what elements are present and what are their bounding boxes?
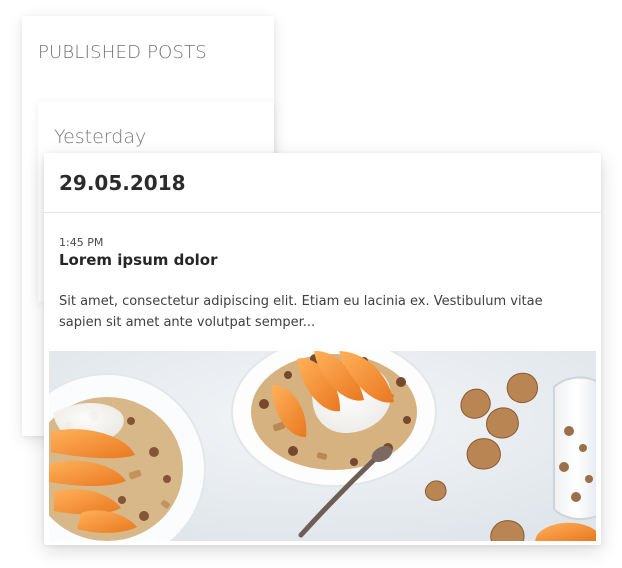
glass-jar — [553, 376, 596, 520]
post-divider — [44, 212, 601, 213]
yesterday-label: Yesterday — [54, 126, 147, 148]
stage: PUBLISHED POSTS Yesterday 29.05.2018 1:4… — [0, 0, 622, 568]
post-date: 29.05.2018 — [59, 171, 186, 195]
post-excerpt: Sit amet, consectetur adipiscing elit. E… — [59, 294, 543, 330]
post-time: 1:45 PM — [59, 236, 104, 249]
post-card[interactable]: 29.05.2018 1:45 PM Lorem ipsum dolor Sit… — [44, 153, 601, 545]
published-posts-heading: PUBLISHED POSTS — [38, 42, 207, 63]
post-image[interactable] — [49, 351, 596, 541]
post-title[interactable]: Lorem ipsum dolor — [59, 251, 218, 269]
